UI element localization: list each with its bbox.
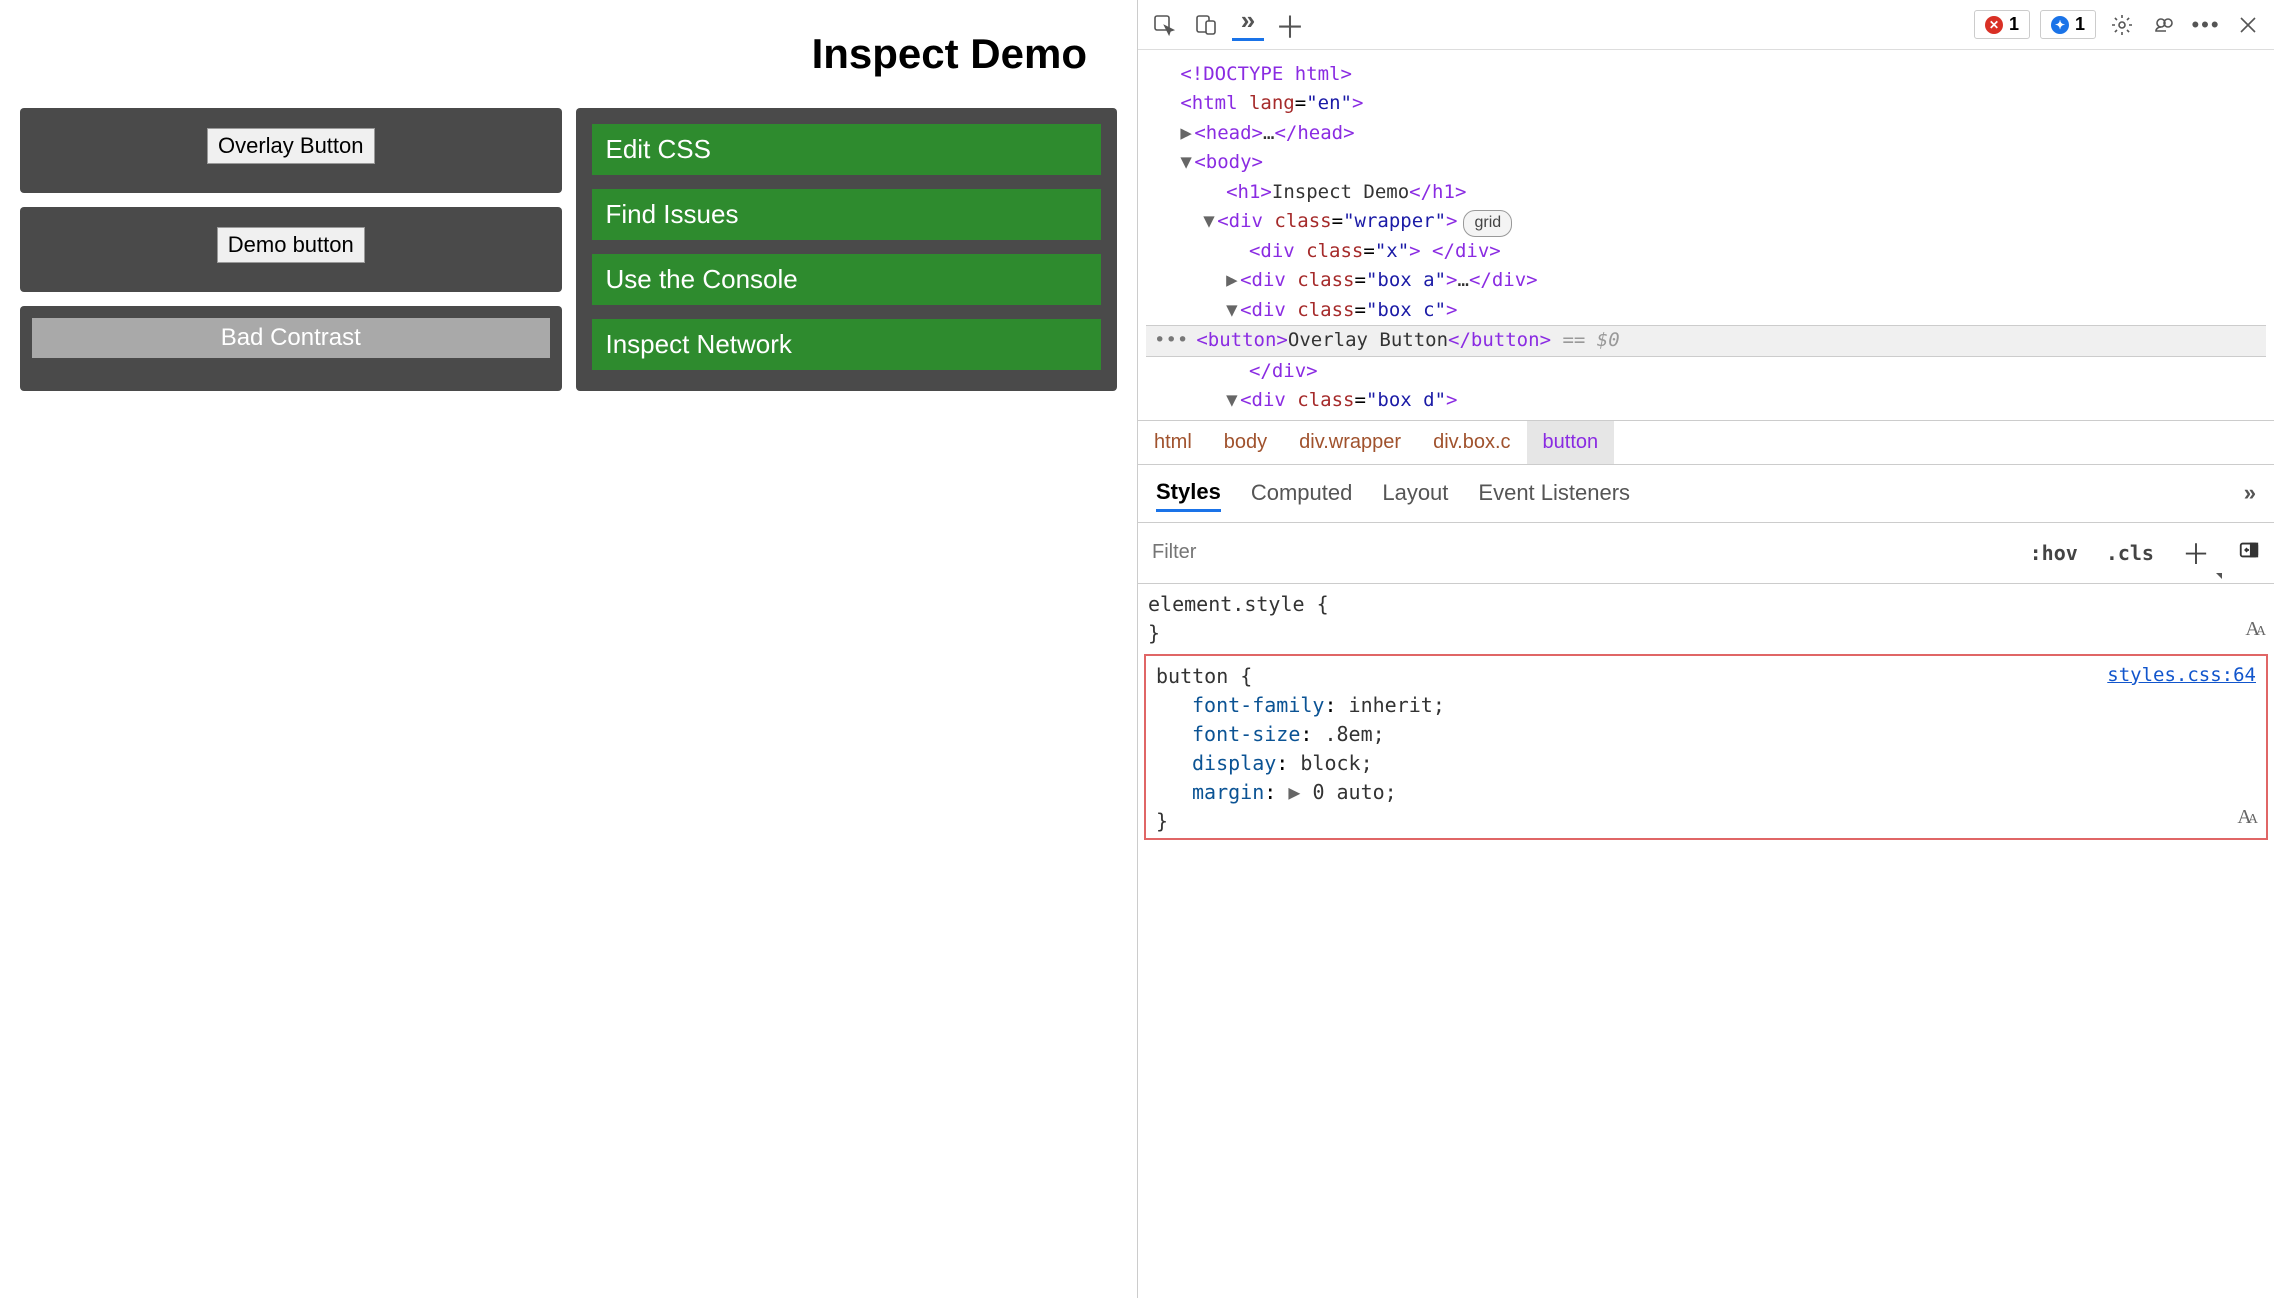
device-toggle-icon[interactable] [1190, 9, 1222, 41]
dom-line-head[interactable]: ▶<head>…</head> [1146, 119, 2266, 148]
styles-filter-row: :hov .cls ＋ [1138, 523, 2274, 584]
link-edit-css[interactable]: Edit CSS [592, 124, 1102, 175]
dom-line-div-close[interactable]: </div> [1146, 357, 2266, 386]
expand-shorthand-icon[interactable]: ▶ [1288, 780, 1300, 804]
info-count: 1 [2075, 14, 2085, 35]
font-size-icon[interactable]: AA [2237, 803, 2254, 832]
dom-line-body[interactable]: ▼<body> [1146, 148, 2266, 177]
dom-line-wrapper[interactable]: ▼<div class="wrapper">grid [1146, 207, 2266, 237]
rule-selector: button { [1156, 664, 1252, 688]
error-icon: ✕ [1985, 16, 2003, 34]
tab-computed[interactable]: Computed [1251, 476, 1353, 510]
box-badcontrast: Bad Contrast [20, 306, 562, 391]
link-use-console[interactable]: Use the Console [592, 254, 1102, 305]
selected-node-actions-icon[interactable]: ••• [1146, 326, 1196, 355]
rule-source-link[interactable]: styles.css:64 [2107, 662, 2256, 690]
rule-button-highlight[interactable]: styles.css:64 button { font-family: inhe… [1144, 654, 2268, 840]
tab-layout[interactable]: Layout [1382, 476, 1448, 510]
left-column: Overlay Button Demo button Bad Contrast [20, 108, 562, 391]
more-menu-icon[interactable]: ••• [2190, 9, 2222, 41]
tab-styles[interactable]: Styles [1156, 475, 1221, 512]
info-icon: ✦ [2051, 16, 2069, 34]
devtools-panel: » ＋ ✕ 1 ✦ 1 ••• <!DOCTYPE html> <html la… [1137, 0, 2274, 1298]
demo-wrapper: Overlay Button Demo button Bad Contrast … [20, 108, 1117, 391]
close-devtools-icon[interactable] [2232, 9, 2264, 41]
new-style-rule-button[interactable]: ＋ [2168, 523, 2224, 583]
bad-contrast-button[interactable]: Bad Contrast [32, 318, 550, 358]
rule-close-brace: } [1156, 809, 1168, 833]
info-counter[interactable]: ✦ 1 [2040, 10, 2096, 39]
feedback-icon[interactable] [2148, 9, 2180, 41]
page-title: Inspect Demo [20, 30, 1117, 78]
new-tab-icon[interactable]: ＋ [1274, 9, 1306, 41]
tab-event-listeners[interactable]: Event Listeners [1478, 476, 1630, 510]
dom-line-box-a[interactable]: ▶<div class="box a">…</div> [1146, 266, 2266, 295]
dom-line-html[interactable]: <html lang="en"> [1146, 89, 2266, 118]
box-demo: Demo button [20, 207, 562, 292]
crumb-body[interactable]: body [1208, 421, 1283, 464]
styles-tab-strip: Styles Computed Layout Event Listeners » [1138, 465, 2274, 523]
more-tabs-icon[interactable]: » [1232, 9, 1264, 41]
toggle-sidebar-icon[interactable] [2224, 529, 2274, 576]
settings-icon[interactable] [2106, 9, 2138, 41]
dom-line-box-c[interactable]: ▼<div class="box c"> [1146, 296, 2266, 325]
elements-breadcrumb: html body div.wrapper div.box.c button [1138, 420, 2274, 465]
elements-dom-tree[interactable]: <!DOCTYPE html> <html lang="en"> ▶<head>… [1138, 50, 2274, 420]
styles-filter-input[interactable] [1138, 527, 2016, 578]
inspect-element-icon[interactable] [1148, 9, 1180, 41]
more-styles-tabs-icon[interactable]: » [2244, 480, 2256, 506]
devtools-toolbar: » ＋ ✕ 1 ✦ 1 ••• [1138, 0, 2274, 50]
rule-selector: element.style { [1148, 592, 1329, 616]
box-overlay: Overlay Button [20, 108, 562, 193]
hov-toggle[interactable]: :hov [2016, 531, 2092, 575]
crumb-html[interactable]: html [1138, 421, 1208, 464]
link-inspect-network[interactable]: Inspect Network [592, 319, 1102, 370]
dom-line-selected-button[interactable]: ••• <button>Overlay Button</button> == $… [1146, 325, 2266, 356]
crumb-box-c[interactable]: div.box.c [1417, 421, 1526, 464]
dom-line-div-x[interactable]: <div class="x"> </div> [1146, 237, 2266, 266]
dom-line-box-d[interactable]: ▼<div class="box d"> [1146, 386, 2266, 415]
overlay-button[interactable]: Overlay Button [207, 128, 375, 164]
error-count: 1 [2009, 14, 2019, 35]
crumb-button[interactable]: button [1527, 421, 1615, 464]
font-size-icon[interactable]: AA [2245, 615, 2262, 644]
rule-close-brace: } [1148, 621, 1160, 645]
crumb-wrapper[interactable]: div.wrapper [1283, 421, 1417, 464]
grid-badge[interactable]: grid [1463, 210, 1512, 237]
rendered-page: Inspect Demo Overlay Button Demo button … [0, 0, 1137, 1298]
error-counter[interactable]: ✕ 1 [1974, 10, 2030, 39]
demo-button[interactable]: Demo button [217, 227, 365, 263]
right-column: Edit CSS Find Issues Use the Console Ins… [576, 108, 1118, 391]
dom-line-doctype[interactable]: <!DOCTYPE html> [1146, 60, 2266, 89]
rule-element-style[interactable]: element.style { } AA [1138, 584, 2274, 650]
dom-line-h1[interactable]: <h1>Inspect Demo</h1> [1146, 178, 2266, 207]
link-find-issues[interactable]: Find Issues [592, 189, 1102, 240]
cls-toggle[interactable]: .cls [2092, 531, 2168, 575]
